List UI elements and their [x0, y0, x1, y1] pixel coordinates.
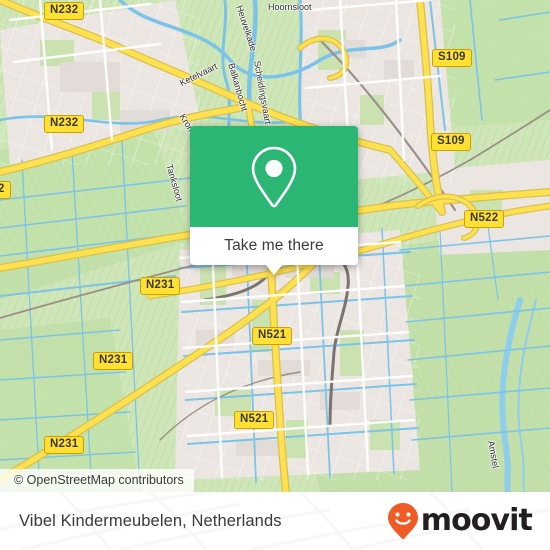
road-shield: N521 [252, 327, 293, 345]
destination-popup[interactable]: Take me there [190, 126, 358, 275]
take-me-there-button[interactable]: Take me there [190, 227, 358, 275]
moovit-logo[interactable]: moovit [387, 492, 533, 550]
road-shield: N231 [93, 352, 134, 370]
map-attribution[interactable]: © OpenStreetMap contributors [0, 469, 194, 492]
location-pin-icon [251, 146, 297, 207]
map-page: N232 N232 2 S109 S109 N522 N231 N231 N23… [0, 0, 550, 550]
take-me-there-label: Take me there [224, 237, 324, 254]
map-feature-label: Hoornsloot [268, 2, 312, 12]
road-shield: N232 [44, 115, 85, 133]
map-canvas[interactable]: N232 N232 2 S109 S109 N522 N231 N231 N23… [0, 0, 550, 492]
popup-pin-area [190, 126, 358, 227]
road-shield: S109 [432, 49, 472, 67]
road-shield: N231 [140, 277, 181, 295]
road-shield: S109 [431, 133, 471, 151]
moovit-wordmark: moovit [420, 503, 533, 538]
footer-bar: Vibel Kindermeubelen, Netherlands moovit [0, 492, 550, 550]
popup-tail [265, 264, 283, 275]
road-shield: N522 [464, 210, 505, 228]
road-shield: N231 [44, 436, 85, 454]
road-shield: 2 [0, 181, 11, 199]
road-shield: N232 [44, 2, 85, 20]
moovit-pin-icon [387, 503, 418, 539]
place-title: Vibel Kindermeubelen, Netherlands [19, 511, 282, 530]
road-shield: N521 [234, 411, 275, 429]
